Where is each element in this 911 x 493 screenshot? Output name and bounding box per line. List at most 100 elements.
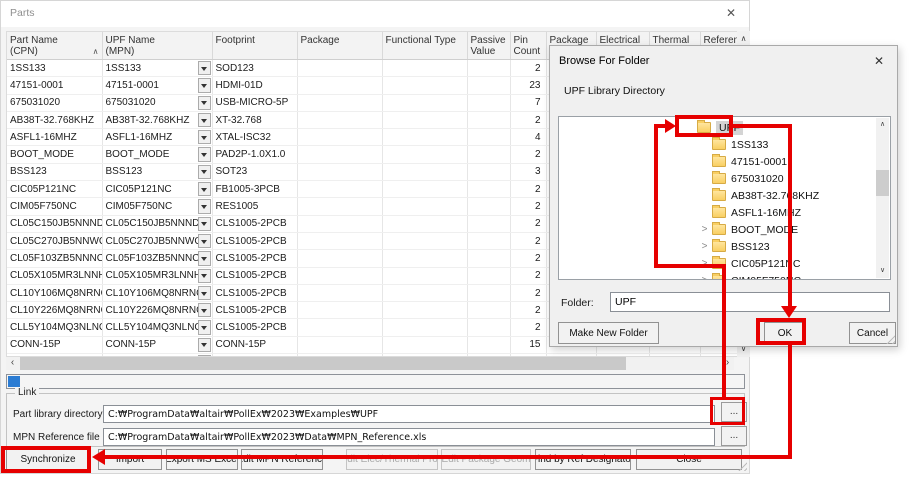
pin-count-cell[interactable]: 2 [510, 60, 546, 77]
tree-scrollbar[interactable]: ∧ ∨ [876, 118, 889, 278]
functional-type-cell[interactable] [382, 163, 467, 180]
mpn-dropdown-button[interactable] [198, 165, 211, 179]
upf-name-cell[interactable]: AB38T-32.768KHZ [102, 111, 212, 128]
tree-item-boot-mode[interactable]: >BOOT_MODE [559, 221, 875, 238]
package-cell[interactable] [297, 163, 382, 180]
pin-count-cell[interactable]: 23 [510, 77, 546, 94]
mpn-dropdown-button[interactable] [198, 234, 211, 248]
mpn-dropdown-button[interactable] [198, 338, 211, 352]
part-name-cell[interactable]: CL05C150JB5NNND [7, 215, 102, 232]
part-name-cell[interactable]: CIC05P121NC [7, 181, 102, 198]
package-cell[interactable] [297, 215, 382, 232]
package-cell[interactable] [297, 250, 382, 267]
tree-item-upf[interactable]: UPF [559, 119, 875, 136]
footprint-cell[interactable]: CLS1005-2PCB [212, 232, 297, 249]
part-name-cell[interactable]: CL05X105MR3LNNH [7, 267, 102, 284]
upf-name-cell[interactable]: 675031020 [102, 94, 212, 111]
upf-name-cell[interactable]: 47151-0001 [102, 77, 212, 94]
passive-value-cell[interactable] [467, 77, 510, 94]
part-name-cell[interactable]: CONN-15P [7, 336, 102, 353]
package-cell[interactable] [297, 94, 382, 111]
footprint-cell[interactable]: CLS1005-2PCB [212, 215, 297, 232]
passive-value-cell[interactable] [467, 60, 510, 77]
part-library-directory-input[interactable] [103, 405, 715, 423]
footprint-cell[interactable]: HDMI-01D [212, 77, 297, 94]
mpn-dropdown-button[interactable] [198, 303, 211, 317]
upf-name-cell[interactable]: CIC05P121NC [102, 181, 212, 198]
table-horizontal-scrollbar[interactable]: ‹ › [6, 357, 734, 370]
package-cell[interactable] [297, 319, 382, 336]
upf-name-cell[interactable]: CL05F103ZB5NNNC [102, 250, 212, 267]
tree-item-675031020[interactable]: 675031020 [559, 170, 875, 187]
upf-name-cell[interactable]: ASFL1-16MHZ [102, 129, 212, 146]
mpn-dropdown-button[interactable] [198, 199, 211, 213]
package-cell[interactable] [297, 129, 382, 146]
footprint-cell[interactable]: SOD123 [212, 60, 297, 77]
footprint-cell[interactable]: RES1005 [212, 198, 297, 215]
pin-count-cell[interactable]: 2 [510, 215, 546, 232]
pin-count-cell[interactable]: 15 [510, 336, 546, 353]
package-cell[interactable] [297, 267, 382, 284]
pin-count-cell[interactable]: 2 [510, 198, 546, 215]
tree-item-asfl1-16mhz[interactable]: ASFL1-16MHZ [559, 204, 875, 221]
passive-value-cell[interactable] [467, 111, 510, 128]
tree-item-1ss133[interactable]: 1SS133 [559, 136, 875, 153]
functional-type-cell[interactable] [382, 232, 467, 249]
browse-mpn-reference-button[interactable]: ... [721, 426, 747, 446]
passive-value-cell[interactable] [467, 163, 510, 180]
functional-type-cell[interactable] [382, 319, 467, 336]
part-name-cell[interactable]: ASFL1-16MHZ [7, 129, 102, 146]
pin-count-cell[interactable]: 2 [510, 146, 546, 163]
mpn-dropdown-button[interactable] [198, 78, 211, 92]
horizontal-scrollbar-thumb[interactable] [20, 357, 626, 370]
edit-mpn-reference-button[interactable]: Edit MPN Reference [241, 449, 323, 470]
pin-count-cell[interactable]: 2 [510, 250, 546, 267]
scroll-up-icon[interactable]: ∧ [876, 118, 889, 132]
part-name-cell[interactable]: BOOT_MODE [7, 146, 102, 163]
footprint-cell[interactable]: SOT23 [212, 163, 297, 180]
upf-name-cell[interactable]: BSS123 [102, 163, 212, 180]
column-header-package[interactable]: Package [297, 32, 382, 60]
upf-name-cell[interactable]: CL10Y106MQ8NRNC [102, 284, 212, 301]
package-cell[interactable] [297, 302, 382, 319]
part-name-cell[interactable]: 675031020 [7, 94, 102, 111]
scroll-left-icon[interactable]: ‹ [6, 357, 19, 370]
tree-scrollbar-thumb[interactable] [876, 170, 889, 196]
close-button[interactable]: Close [636, 449, 742, 470]
column-header-functional-type[interactable]: Functional Type [382, 32, 467, 60]
functional-type-cell[interactable] [382, 302, 467, 319]
upf-name-cell[interactable]: 1SS133 [102, 60, 212, 77]
functional-type-cell[interactable] [382, 146, 467, 163]
expander-icon[interactable]: > [697, 224, 712, 235]
passive-value-cell[interactable] [467, 267, 510, 284]
part-name-cell[interactable]: 47151-0001 [7, 77, 102, 94]
upf-name-cell[interactable]: CL10Y226MQ8NRNC [102, 302, 212, 319]
tree-item-bss123[interactable]: >BSS123 [559, 238, 875, 255]
part-name-cell[interactable]: AB38T-32.768KHZ [7, 111, 102, 128]
package-cell[interactable] [297, 336, 382, 353]
pin-count-cell[interactable]: 2 [510, 284, 546, 301]
part-name-cell[interactable]: CL05F103ZB5NNNC [7, 250, 102, 267]
part-name-cell[interactable]: 1SS133 [7, 60, 102, 77]
upf-name-cell[interactable]: CIM05F750NC [102, 198, 212, 215]
mpn-dropdown-button[interactable] [198, 269, 211, 283]
functional-type-cell[interactable] [382, 77, 467, 94]
pin-count-cell[interactable]: 2 [510, 267, 546, 284]
mpn-dropdown-button[interactable] [198, 182, 211, 196]
footprint-cell[interactable]: CLS1005-2PCB [212, 319, 297, 336]
functional-type-cell[interactable] [382, 198, 467, 215]
package-cell[interactable] [297, 60, 382, 77]
pin-count-cell[interactable]: 2 [510, 181, 546, 198]
footprint-cell[interactable]: XTAL-ISC32 [212, 129, 297, 146]
package-cell[interactable] [297, 284, 382, 301]
passive-value-cell[interactable] [467, 181, 510, 198]
package-cell[interactable] [297, 198, 382, 215]
functional-type-cell[interactable] [382, 181, 467, 198]
mpn-dropdown-button[interactable] [198, 286, 211, 300]
lower-scrollbar[interactable] [6, 374, 745, 389]
functional-type-cell[interactable] [382, 267, 467, 284]
functional-type-cell[interactable] [382, 250, 467, 267]
functional-type-cell[interactable] [382, 284, 467, 301]
expander-icon[interactable]: > [697, 275, 712, 280]
part-name-cell[interactable]: CIM05F750NC [7, 198, 102, 215]
